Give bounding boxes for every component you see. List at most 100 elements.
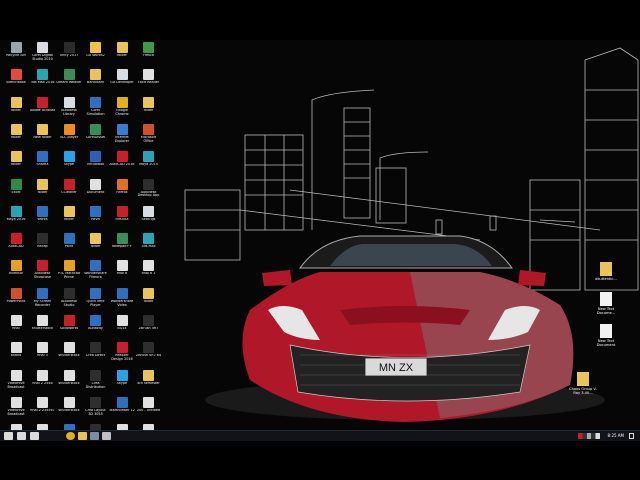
desktop-icon[interactable]: TeamViewer 12 bbox=[109, 396, 135, 423]
desktop-icon[interactable]: final 6 1 bbox=[136, 259, 162, 286]
desktop-icon[interactable]: Skype bbox=[56, 150, 82, 177]
clock[interactable]: 8:25 AM bbox=[608, 432, 624, 440]
desktop-icon[interactable]: GX Works2 bbox=[83, 41, 109, 68]
desktop-icon[interactable]: final bbox=[3, 314, 29, 341]
desktop-icon[interactable]: Crea Direct bbox=[83, 341, 109, 368]
desktop-icon[interactable]: FileZilla bbox=[109, 205, 135, 232]
desktop-icon[interactable]: CorelDRAW bbox=[83, 123, 109, 150]
desktop-icon[interactable]: folder bbox=[3, 123, 29, 150]
desktop-icon[interactable]: Autodesk Desktop App bbox=[136, 178, 162, 205]
desktop-icon[interactable]: Fresco bbox=[136, 41, 162, 68]
desktop-icon[interactable]: VideoHive Broadcast bbox=[3, 396, 29, 423]
desktop-icon[interactable]: Maya 2016 bbox=[3, 205, 29, 232]
desktop-icon[interactable]: Audacity bbox=[83, 314, 109, 341]
desktop-icon[interactable]: GX Developer bbox=[109, 68, 135, 95]
chrome-taskbar-icon[interactable] bbox=[66, 432, 75, 440]
desktop-icon[interactable]: VideoHive Broadcast bbox=[3, 369, 29, 396]
desktop-icon[interactable]: Settings bbox=[136, 205, 162, 232]
desktop-icon[interactable]: Wondershare Video bbox=[109, 287, 135, 314]
desktop-icon[interactable]: 200 - Untitled bbox=[136, 396, 162, 423]
desktop-icon[interactable]: Document bbox=[83, 178, 109, 205]
desktop-icon[interactable]: Realizer Design 2016 bbox=[109, 341, 135, 368]
app2-taskbar-icon[interactable] bbox=[102, 432, 111, 440]
desktop-icon[interactable]: Bandicam bbox=[83, 68, 109, 95]
desktop-icon[interactable]: SolidWorks bbox=[56, 314, 82, 341]
desktop-icon-label: folder bbox=[90, 245, 101, 249]
desktop-icon[interactable]: Foxit Reader bbox=[136, 68, 162, 95]
desktop-icon[interactable]: shutterstock bbox=[56, 396, 82, 423]
desktop-icon[interactable]: Corel Simulation bbox=[83, 96, 109, 123]
desktop-icon[interactable]: Revit bbox=[83, 205, 109, 232]
desktop-icon-label: shutterstock bbox=[58, 381, 80, 385]
desktop-icon[interactable]: Adobe Acrobat bbox=[30, 96, 56, 123]
desktop-icon[interactable]: folder bbox=[3, 96, 29, 123]
desktop-icon[interactable]: VLC player bbox=[56, 123, 82, 150]
explorer-taskbar-icon[interactable] bbox=[78, 432, 87, 440]
app-icon bbox=[143, 205, 154, 217]
cortana-button[interactable] bbox=[17, 432, 26, 440]
desktop-icon[interactable]: Corel Digital Studio 2010 bbox=[30, 41, 56, 68]
desktop-icon[interactable]: Sketchbook bbox=[3, 68, 29, 95]
desktop-icon[interactable]: Google Chrome bbox=[109, 96, 135, 123]
desktop-icon[interactable]: ZBrush 4R7 bbox=[136, 314, 162, 341]
desktop-icon[interactable]: Chaos Group V-Ray 3.40... bbox=[568, 372, 598, 410]
desktop-icon[interactable]: Internet Explorer bbox=[109, 123, 135, 150]
desktop-icon[interactable]: folder bbox=[56, 205, 82, 232]
desktop-icon[interactable]: folder bbox=[136, 96, 162, 123]
desktop-icon[interactable]: Unity 2017 bbox=[56, 41, 82, 68]
desktop-icon[interactable]: QuickTime Player bbox=[83, 287, 109, 314]
app-taskbar-icon[interactable] bbox=[90, 432, 99, 440]
desktop-icon[interactable]: Maya 2015 bbox=[136, 150, 162, 177]
desktop-icon[interactable]: AutoCAD 2016 bbox=[109, 150, 135, 177]
desktop-icon[interactable]: PTC Mathcad Prime bbox=[56, 259, 82, 286]
desktop-icon[interactable]: Autodesk Library bbox=[56, 96, 82, 123]
desktop-icon[interactable]: Firefox bbox=[109, 178, 135, 205]
desktop-icon[interactable]: ZBrush 4R7 64 bbox=[136, 341, 162, 368]
desktop-icon[interactable]: final 2 234567 bbox=[30, 396, 56, 423]
desktop-icon[interactable]: shutterstock bbox=[56, 341, 82, 368]
task-view-button[interactable] bbox=[30, 432, 39, 440]
desktop-icon[interactable]: Autodesk Studio bbox=[56, 287, 82, 314]
desktop-icon[interactable]: AutoCAD bbox=[3, 232, 29, 259]
desktop-icon[interactable]: final 2 2548 bbox=[30, 369, 56, 396]
desktop-icon[interactable]: 3ds Max 2016 bbox=[30, 68, 56, 95]
desktop-icon[interactable]: 4th semester bbox=[136, 369, 162, 396]
desktop-icon[interactable]: Crea Distribution bbox=[83, 369, 109, 396]
desktop-icon[interactable]: Works bbox=[30, 205, 56, 232]
desktop-icon[interactable]: CCleaner bbox=[56, 178, 82, 205]
desktop-icon[interactable]: Microsoft Office bbox=[136, 123, 162, 150]
desktop-icon[interactable]: folder bbox=[109, 41, 135, 68]
desktop-icon[interactable]: Excel bbox=[3, 178, 29, 205]
desktop-icon[interactable]: Recycle Bin bbox=[3, 41, 29, 68]
desktop-icon[interactable]: Autodesk Showcase bbox=[30, 259, 56, 286]
desktop-icon[interactable]: Crea Layout 3D 3055 bbox=[83, 396, 109, 423]
desktop-icon[interactable]: Recap bbox=[30, 232, 56, 259]
desktop-icon[interactable]: shutterstock bbox=[30, 314, 56, 341]
desktop-icon[interactable]: folder bbox=[3, 150, 29, 177]
desktop-icon[interactable]: shutterstock bbox=[56, 369, 82, 396]
desktop-icon[interactable]: folder bbox=[83, 232, 109, 259]
desktop-icon[interactable]: New folder bbox=[30, 123, 56, 150]
desktop-icon[interactable]: folder bbox=[30, 178, 56, 205]
app-icon bbox=[116, 42, 128, 53]
desktop-icon[interactable]: My Screen Recorder bbox=[30, 287, 56, 314]
desktop-icon-label: Google Chrome bbox=[115, 108, 129, 116]
desktop-icon[interactable]: BQ1x bbox=[109, 314, 135, 341]
desktop-icon[interactable]: final 6 bbox=[109, 259, 135, 286]
desktop-icon[interactable]: New Text Document bbox=[591, 324, 621, 362]
desktop-icon[interactable]: Paint bbox=[56, 232, 82, 259]
desktop-icon[interactable]: 3ds Max bbox=[136, 232, 162, 259]
desktop-icon[interactable]: Dream Weaver bbox=[56, 68, 82, 95]
desktop-icon[interactable]: Skype bbox=[109, 369, 135, 396]
desktop-icon[interactable]: PowerPoint bbox=[3, 287, 29, 314]
start-button[interactable] bbox=[4, 432, 13, 440]
desktop-icon[interactable]: Wondershare Filmora bbox=[83, 259, 109, 286]
desktop-icon[interactable]: Inventor bbox=[3, 259, 29, 286]
desktop-icon[interactable]: Notepad++ bbox=[109, 232, 135, 259]
desktop-icon[interactable]: ahand bbox=[3, 341, 29, 368]
desktop-icon[interactable]: final 3 bbox=[30, 341, 56, 368]
desktop-icon[interactable]: VirtualBox bbox=[83, 150, 109, 177]
desktop-icon[interactable]: folder bbox=[136, 287, 162, 314]
notification-icon[interactable] bbox=[629, 433, 634, 439]
desktop-icon[interactable]: ShareX bbox=[30, 150, 56, 177]
